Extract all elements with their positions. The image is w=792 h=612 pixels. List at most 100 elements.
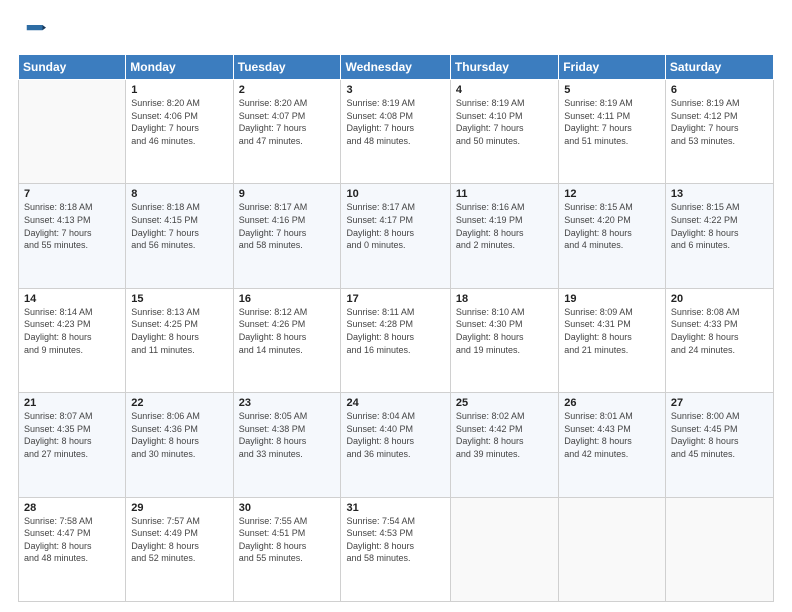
day-number: 29 [131,502,227,514]
header-row: SundayMondayTuesdayWednesdayThursdayFrid… [19,55,774,80]
day-cell: 23Sunrise: 8:05 AM Sunset: 4:38 PM Dayli… [233,393,341,497]
day-number: 23 [239,397,336,409]
day-cell: 9Sunrise: 8:17 AM Sunset: 4:16 PM Daylig… [233,184,341,288]
day-cell: 24Sunrise: 8:04 AM Sunset: 4:40 PM Dayli… [341,393,450,497]
day-detail: Sunrise: 8:15 AM Sunset: 4:20 PM Dayligh… [564,201,660,251]
day-number: 17 [346,293,444,305]
col-header-friday: Friday [559,55,666,80]
day-detail: Sunrise: 8:01 AM Sunset: 4:43 PM Dayligh… [564,410,660,460]
col-header-saturday: Saturday [665,55,773,80]
week-row-1: 1Sunrise: 8:20 AM Sunset: 4:06 PM Daylig… [19,80,774,184]
day-number: 15 [131,293,227,305]
day-detail: Sunrise: 8:00 AM Sunset: 4:45 PM Dayligh… [671,410,768,460]
day-number: 11 [456,188,553,200]
day-detail: Sunrise: 8:06 AM Sunset: 4:36 PM Dayligh… [131,410,227,460]
week-row-5: 28Sunrise: 7:58 AM Sunset: 4:47 PM Dayli… [19,497,774,601]
day-cell: 2Sunrise: 8:20 AM Sunset: 4:07 PM Daylig… [233,80,341,184]
day-detail: Sunrise: 8:20 AM Sunset: 4:07 PM Dayligh… [239,97,336,147]
day-number: 14 [24,293,120,305]
day-number: 26 [564,397,660,409]
day-detail: Sunrise: 8:04 AM Sunset: 4:40 PM Dayligh… [346,410,444,460]
day-cell: 8Sunrise: 8:18 AM Sunset: 4:15 PM Daylig… [126,184,233,288]
day-number: 25 [456,397,553,409]
day-cell: 12Sunrise: 8:15 AM Sunset: 4:20 PM Dayli… [559,184,666,288]
day-cell: 19Sunrise: 8:09 AM Sunset: 4:31 PM Dayli… [559,288,666,392]
day-number: 22 [131,397,227,409]
day-detail: Sunrise: 8:05 AM Sunset: 4:38 PM Dayligh… [239,410,336,460]
day-detail: Sunrise: 8:08 AM Sunset: 4:33 PM Dayligh… [671,306,768,356]
day-number: 2 [239,84,336,96]
day-detail: Sunrise: 8:19 AM Sunset: 4:11 PM Dayligh… [564,97,660,147]
day-number: 7 [24,188,120,200]
day-number: 10 [346,188,444,200]
col-header-thursday: Thursday [450,55,558,80]
day-detail: Sunrise: 8:17 AM Sunset: 4:17 PM Dayligh… [346,201,444,251]
day-detail: Sunrise: 8:19 AM Sunset: 4:10 PM Dayligh… [456,97,553,147]
day-cell [665,497,773,601]
week-row-3: 14Sunrise: 8:14 AM Sunset: 4:23 PM Dayli… [19,288,774,392]
day-cell: 3Sunrise: 8:19 AM Sunset: 4:08 PM Daylig… [341,80,450,184]
day-number: 9 [239,188,336,200]
day-cell: 27Sunrise: 8:00 AM Sunset: 4:45 PM Dayli… [665,393,773,497]
day-number: 13 [671,188,768,200]
day-number: 30 [239,502,336,514]
day-detail: Sunrise: 8:15 AM Sunset: 4:22 PM Dayligh… [671,201,768,251]
day-detail: Sunrise: 8:14 AM Sunset: 4:23 PM Dayligh… [24,306,120,356]
day-cell: 16Sunrise: 8:12 AM Sunset: 4:26 PM Dayli… [233,288,341,392]
day-cell: 28Sunrise: 7:58 AM Sunset: 4:47 PM Dayli… [19,497,126,601]
logo-icon [18,18,46,46]
day-number: 24 [346,397,444,409]
day-cell: 4Sunrise: 8:19 AM Sunset: 4:10 PM Daylig… [450,80,558,184]
week-row-2: 7Sunrise: 8:18 AM Sunset: 4:13 PM Daylig… [19,184,774,288]
day-cell: 13Sunrise: 8:15 AM Sunset: 4:22 PM Dayli… [665,184,773,288]
day-cell: 6Sunrise: 8:19 AM Sunset: 4:12 PM Daylig… [665,80,773,184]
day-detail: Sunrise: 8:11 AM Sunset: 4:28 PM Dayligh… [346,306,444,356]
day-cell [559,497,666,601]
day-cell [450,497,558,601]
day-cell: 29Sunrise: 7:57 AM Sunset: 4:49 PM Dayli… [126,497,233,601]
calendar-table: SundayMondayTuesdayWednesdayThursdayFrid… [18,54,774,602]
day-cell: 20Sunrise: 8:08 AM Sunset: 4:33 PM Dayli… [665,288,773,392]
col-header-wednesday: Wednesday [341,55,450,80]
col-header-tuesday: Tuesday [233,55,341,80]
day-cell: 31Sunrise: 7:54 AM Sunset: 4:53 PM Dayli… [341,497,450,601]
logo [18,18,50,46]
day-detail: Sunrise: 8:13 AM Sunset: 4:25 PM Dayligh… [131,306,227,356]
day-cell: 10Sunrise: 8:17 AM Sunset: 4:17 PM Dayli… [341,184,450,288]
day-cell: 14Sunrise: 8:14 AM Sunset: 4:23 PM Dayli… [19,288,126,392]
day-detail: Sunrise: 8:02 AM Sunset: 4:42 PM Dayligh… [456,410,553,460]
day-detail: Sunrise: 8:19 AM Sunset: 4:12 PM Dayligh… [671,97,768,147]
day-cell: 11Sunrise: 8:16 AM Sunset: 4:19 PM Dayli… [450,184,558,288]
day-cell [19,80,126,184]
day-number: 20 [671,293,768,305]
day-number: 19 [564,293,660,305]
day-cell: 21Sunrise: 8:07 AM Sunset: 4:35 PM Dayli… [19,393,126,497]
day-number: 5 [564,84,660,96]
day-cell: 15Sunrise: 8:13 AM Sunset: 4:25 PM Dayli… [126,288,233,392]
day-detail: Sunrise: 8:10 AM Sunset: 4:30 PM Dayligh… [456,306,553,356]
day-detail: Sunrise: 7:58 AM Sunset: 4:47 PM Dayligh… [24,515,120,565]
day-detail: Sunrise: 7:54 AM Sunset: 4:53 PM Dayligh… [346,515,444,565]
day-detail: Sunrise: 8:16 AM Sunset: 4:19 PM Dayligh… [456,201,553,251]
day-detail: Sunrise: 8:09 AM Sunset: 4:31 PM Dayligh… [564,306,660,356]
day-cell: 30Sunrise: 7:55 AM Sunset: 4:51 PM Dayli… [233,497,341,601]
day-cell: 22Sunrise: 8:06 AM Sunset: 4:36 PM Dayli… [126,393,233,497]
day-detail: Sunrise: 8:17 AM Sunset: 4:16 PM Dayligh… [239,201,336,251]
day-number: 1 [131,84,227,96]
day-number: 16 [239,293,336,305]
day-number: 27 [671,397,768,409]
day-number: 4 [456,84,553,96]
day-number: 8 [131,188,227,200]
week-row-4: 21Sunrise: 8:07 AM Sunset: 4:35 PM Dayli… [19,393,774,497]
day-number: 21 [24,397,120,409]
col-header-sunday: Sunday [19,55,126,80]
day-number: 6 [671,84,768,96]
header [18,18,774,46]
day-detail: Sunrise: 8:19 AM Sunset: 4:08 PM Dayligh… [346,97,444,147]
day-cell: 18Sunrise: 8:10 AM Sunset: 4:30 PM Dayli… [450,288,558,392]
day-cell: 17Sunrise: 8:11 AM Sunset: 4:28 PM Dayli… [341,288,450,392]
day-cell: 26Sunrise: 8:01 AM Sunset: 4:43 PM Dayli… [559,393,666,497]
day-detail: Sunrise: 8:18 AM Sunset: 4:15 PM Dayligh… [131,201,227,251]
day-detail: Sunrise: 8:18 AM Sunset: 4:13 PM Dayligh… [24,201,120,251]
day-number: 18 [456,293,553,305]
